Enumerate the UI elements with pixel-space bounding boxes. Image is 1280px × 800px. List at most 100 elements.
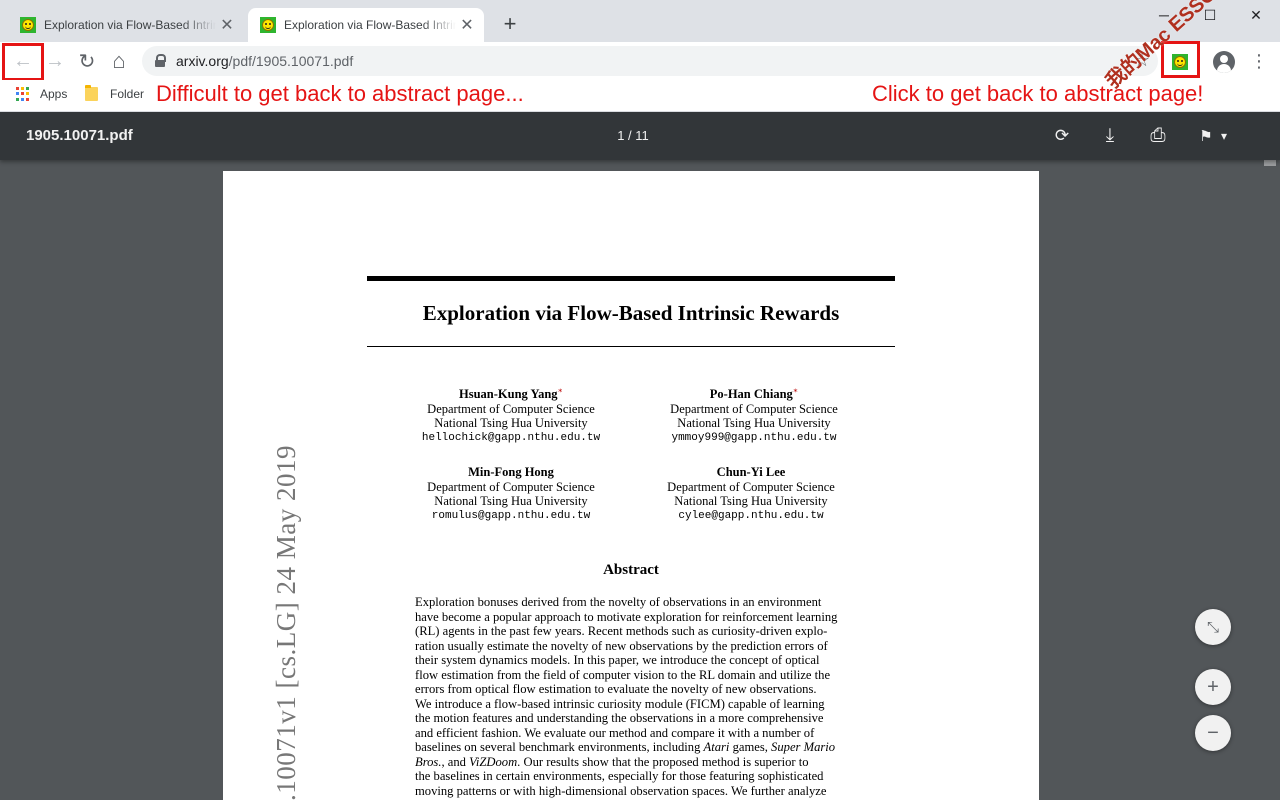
- url-path: /pdf/1905.10071.pdf: [228, 53, 354, 69]
- abstract-italic: Super Mario: [771, 740, 836, 754]
- bookmark-caret-icon[interactable]: ▾: [1212, 124, 1236, 148]
- abstract-line: Exploration bonuses derived from the nov…: [415, 595, 822, 609]
- author-name-text: Hsuan-Kung Yang: [459, 387, 558, 402]
- url-text[interactable]: arxiv.org/pdf/1905.10071.pdf: [176, 53, 353, 69]
- abstract-line: errors from optical flow estimation to e…: [415, 682, 817, 696]
- tab-title: Exploration via Flow-Based Intrinsic Rew…: [44, 18, 216, 32]
- browser-toolbar: ← → ↻ ⌂ arxiv.org/pdf/1905.10071.pdf ☆ ⋮: [0, 41, 1280, 81]
- abstract-line: have become a popular approach to motiva…: [415, 609, 838, 624]
- tab-strip: Exploration via Flow-Based Intrinsic Rew…: [0, 0, 1280, 42]
- tab-close-icon[interactable]: ✕: [216, 14, 238, 36]
- abstract-line: (RL) agents in the past few years. Recen…: [415, 624, 828, 638]
- abstract-line: and efficient fashion. We evaluate our m…: [415, 725, 815, 740]
- apps-grid-dot: [21, 87, 24, 90]
- author-block: Min-Fong Hong Department of Computer Sci…: [396, 465, 626, 523]
- author-dept: Department of Computer Science: [427, 479, 595, 494]
- abstract-italic: Atari: [703, 740, 730, 754]
- browser-window: Exploration via Flow-Based Intrinsic Rew…: [0, 0, 1280, 800]
- apps-grid-dot: [21, 97, 24, 101]
- tab-1[interactable]: Exploration via Flow-Based Intrinsic Rew…: [8, 8, 244, 42]
- author-univ: National Tsing Hua University: [674, 494, 828, 509]
- annotation-right: Click to get back to abstract page!: [872, 81, 1204, 106]
- abstract-line: flow estimation from the field of comput…: [415, 667, 831, 682]
- author-name-text: Po-Han Chiang: [709, 387, 793, 402]
- bookmark-label: Apps: [40, 87, 68, 101]
- abstract-line: ration usually estimate the novelty of n…: [415, 638, 828, 653]
- bookmark-label: Folder: [110, 87, 145, 101]
- abstract-text: baselines on several benchmark environme…: [415, 740, 704, 754]
- forward-arrow-icon[interactable]: →: [41, 47, 69, 75]
- bookmark-folder[interactable]: Folder: [85, 85, 145, 101]
- pdf-scrollbar[interactable]: [1262, 112, 1280, 800]
- author-name: Po-Han Chiang∗: [639, 384, 869, 402]
- author-email[interactable]: cylee@gapp.nthu.edu.tw: [636, 509, 866, 524]
- fit-to-page-icon[interactable]: ⤡: [1195, 609, 1231, 645]
- abstract-line: We introduce a flow-based intrinsic curi…: [415, 696, 825, 711]
- abstract-line: baselines on several benchmark environme…: [415, 740, 849, 755]
- back-button-highlight: [2, 43, 44, 81]
- home-icon[interactable]: ⌂: [105, 47, 133, 75]
- tab-close-icon[interactable]: ✕: [456, 14, 478, 36]
- author-email[interactable]: ymmoy999@gapp.nthu.edu.tw: [639, 431, 869, 446]
- close-window-button[interactable]: ✕: [1241, 4, 1271, 26]
- author-name: Chun-Yi Lee: [716, 465, 786, 479]
- author-block: Po-Han Chiang∗ Department of Computer Sc…: [639, 384, 869, 446]
- page-indicator[interactable]: 1 / 11: [600, 128, 666, 143]
- author-email[interactable]: hellochick@gapp.nthu.edu.tw: [396, 431, 626, 446]
- author-name: Min-Fong Hong: [468, 465, 554, 479]
- apps-grid-dot: [16, 97, 19, 101]
- abstract-lines: Exploration bonuses derived from the nov…: [415, 595, 849, 740]
- pdf-filename: 1905.10071.pdf: [26, 127, 133, 144]
- equal-contrib-mark: ∗: [792, 386, 799, 395]
- abstract-line: moving patterns or with high-dimensional…: [415, 783, 827, 798]
- lock-icon[interactable]: [154, 54, 166, 68]
- smiley-favicon-icon: [20, 17, 36, 33]
- abstract-text: . Our results show that the proposed met…: [517, 754, 809, 769]
- download-icon[interactable]: ⤓: [1098, 124, 1122, 148]
- author-name: Hsuan-Kung Yang∗: [396, 384, 626, 402]
- tab-2-active[interactable]: Exploration via Flow-Based Intrinsic Rew…: [248, 8, 484, 42]
- abstract-line: the motion features and understanding th…: [415, 711, 824, 725]
- annotation-left: Difficult to get back to abstract page..…: [156, 81, 524, 106]
- print-icon[interactable]: ⎙: [1146, 124, 1170, 148]
- chrome-menu-icon[interactable]: ⋮: [1250, 50, 1268, 72]
- pdf-toolbar: 1905.10071.pdf 1 / 11 ⟳ ⤓ ⎙ ⚑ ▾: [0, 112, 1280, 160]
- address-bar[interactable]: arxiv.org/pdf/1905.10071.pdf ☆: [142, 46, 1158, 76]
- author-block: Hsuan-Kung Yang∗ Department of Computer …: [396, 384, 626, 446]
- zoom-in-icon[interactable]: +: [1195, 669, 1231, 705]
- apps-grid-dot: [21, 92, 24, 96]
- apps-grid-icon: [16, 87, 30, 101]
- author-dept: Department of Computer Science: [427, 401, 595, 416]
- tab-title: Exploration via Flow-Based Intrinsic Rew…: [284, 18, 456, 32]
- smiley-favicon-icon: [260, 17, 276, 33]
- abstract-italic: Bros.: [415, 754, 442, 769]
- zoom-out-icon[interactable]: −: [1195, 715, 1231, 751]
- apps-grid-dot: [26, 87, 29, 90]
- profile-avatar-icon[interactable]: [1213, 51, 1235, 73]
- abstract-italic: ViZDoom: [469, 754, 518, 769]
- abstract-line: their system dynamics models. In this pa…: [415, 653, 820, 667]
- abstract-text: games,: [729, 740, 772, 754]
- author-univ: National Tsing Hua University: [677, 416, 831, 431]
- author-univ: National Tsing Hua University: [434, 416, 588, 431]
- reload-icon[interactable]: ↻: [73, 47, 101, 75]
- author-univ: National Tsing Hua University: [434, 494, 588, 509]
- new-tab-button[interactable]: +: [498, 13, 522, 37]
- author-dept: Department of Computer Science: [667, 479, 835, 494]
- paper-title: Exploration via Flow-Based Intrinsic Rew…: [422, 301, 840, 325]
- pdf-page-1: Exploration via Flow-Based Intrinsic Rew…: [223, 171, 1039, 800]
- bookmarks-bar: Apps Folder Difficult to get back to abs…: [0, 80, 1280, 112]
- title-rule-top: [367, 276, 895, 281]
- url-host: arxiv.org: [176, 53, 229, 69]
- bookmark-apps[interactable]: Apps: [16, 87, 67, 101]
- title-rule-bottom: [367, 346, 895, 347]
- author-block: Chun-Yi Lee Department of Computer Scien…: [636, 465, 866, 523]
- author-dept: Department of Computer Science: [670, 401, 838, 416]
- equal-contrib-mark: ∗: [557, 386, 563, 395]
- author-email[interactable]: romulus@gapp.nthu.edu.tw: [396, 509, 626, 524]
- apps-grid-dot: [26, 92, 29, 96]
- rotate-icon[interactable]: ⟳: [1050, 124, 1074, 148]
- abstract-line: Bros., and ViZDoom. Our results show tha…: [415, 755, 849, 770]
- abstract-line: the baselines in certain environments, e…: [415, 769, 824, 783]
- apps-grid-dot: [26, 97, 29, 101]
